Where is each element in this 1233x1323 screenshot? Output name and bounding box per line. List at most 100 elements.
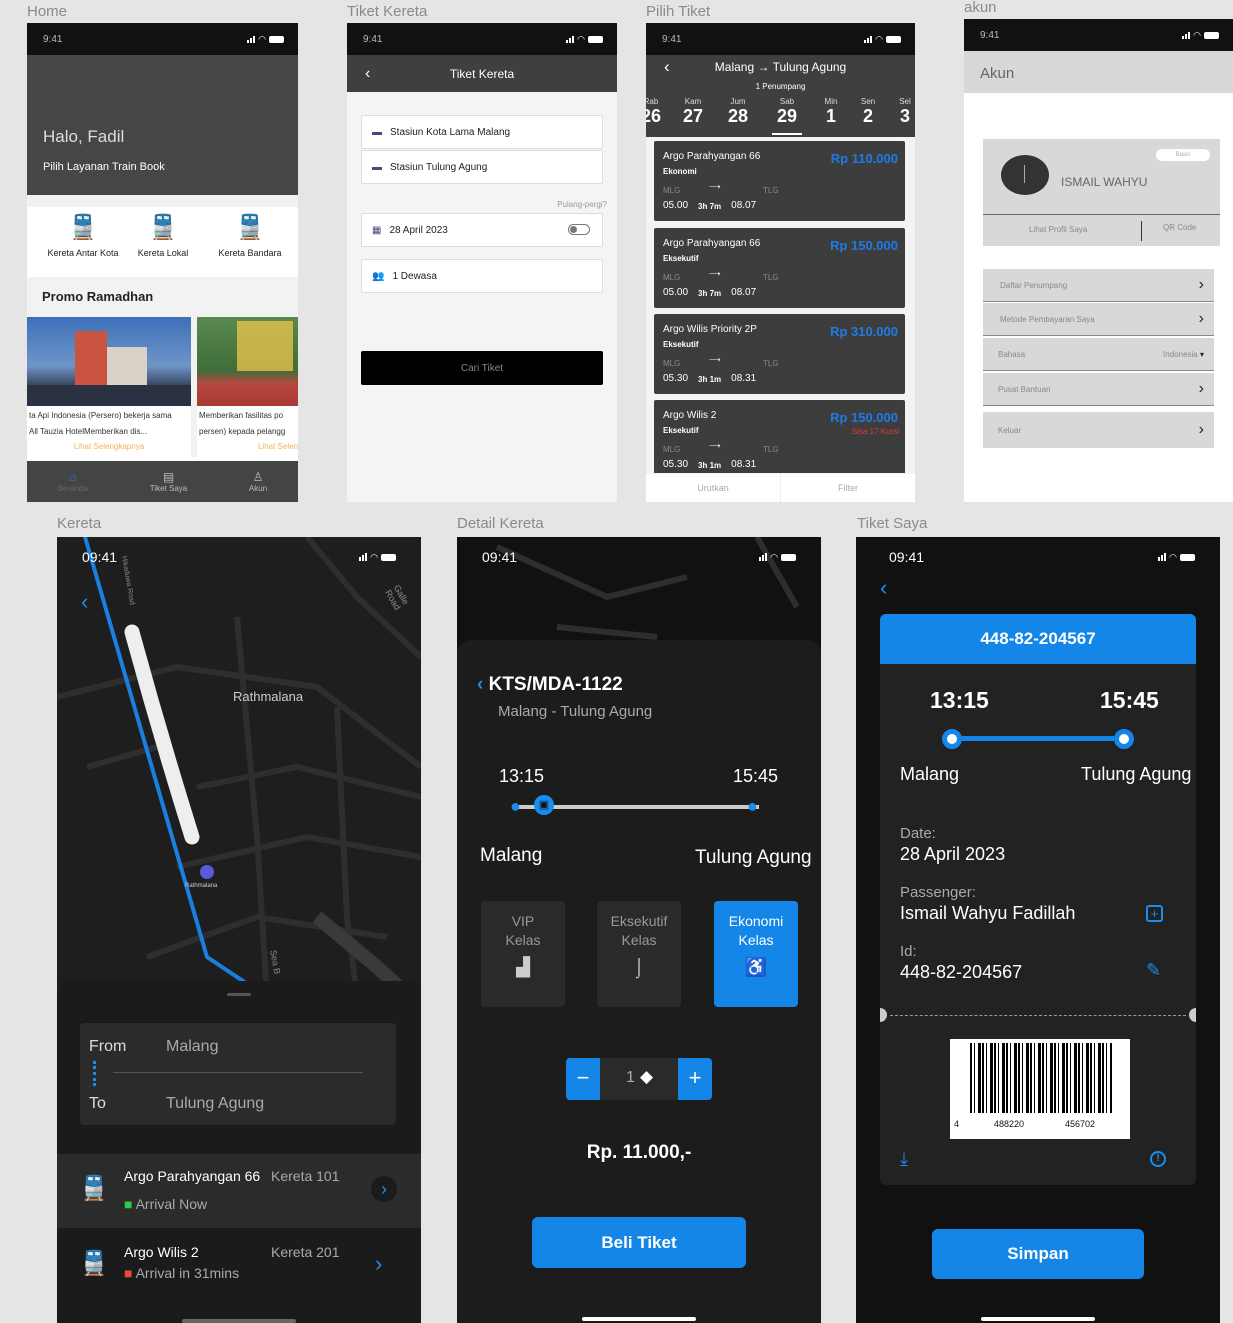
train-icon: 🚆 bbox=[79, 1250, 109, 1277]
origin-dot bbox=[942, 729, 962, 749]
increment-button[interactable]: + bbox=[678, 1058, 712, 1100]
see-more-link[interactable]: Lihat Selen bbox=[197, 442, 298, 451]
passenger-name: Ismail Wahyu Fadillah bbox=[900, 903, 1076, 923]
progress-line bbox=[519, 805, 759, 809]
edit-icon[interactable]: ✎ bbox=[1146, 960, 1161, 981]
date-field[interactable]: ▦ 28 April 2023 bbox=[361, 213, 603, 247]
day-item[interactable]: Sen 2 bbox=[853, 97, 883, 127]
back-icon[interactable]: ‹ bbox=[477, 674, 483, 695]
train-icon: ▬ bbox=[372, 126, 382, 138]
wifi-icon: ◠ bbox=[1193, 29, 1201, 40]
add-passenger-icon[interactable]: + bbox=[1146, 905, 1163, 922]
back-icon[interactable]: ‹ bbox=[365, 65, 370, 83]
download-icon[interactable]: ⤓ bbox=[900, 1149, 908, 1170]
return-toggle[interactable] bbox=[568, 224, 590, 235]
bottom-nav: ⌂ Beranda ▤ Tiket Saya ♙ Akun bbox=[27, 461, 298, 502]
destination: Tulung Agung bbox=[695, 847, 812, 868]
seat-icon: ⌡ bbox=[633, 957, 645, 977]
menu-passengers[interactable]: Daftar Penumpang › bbox=[983, 269, 1214, 302]
from-station-field[interactable]: ▬ Stasiun Kota Lama Malang bbox=[361, 115, 603, 149]
save-button[interactable]: Simpan bbox=[932, 1229, 1144, 1279]
day-item[interactable]: Rab26 bbox=[646, 97, 666, 127]
back-icon[interactable]: ‹ bbox=[81, 589, 88, 615]
menu-logout[interactable]: Keluar › bbox=[983, 412, 1214, 448]
service-antar-kota[interactable]: 🚆 Kereta Antar Kota bbox=[38, 213, 128, 258]
status-dot-icon: ■ bbox=[124, 1265, 133, 1281]
train-row[interactable]: 🚆 Argo Wilis 2 Kereta 201 ■ Arrival in 3… bbox=[57, 1229, 421, 1309]
menu-payment[interactable]: Metode Pembayaran Saya › bbox=[983, 303, 1214, 336]
day-item[interactable]: Sel 3 bbox=[890, 97, 915, 127]
decrement-button[interactable]: − bbox=[566, 1058, 600, 1100]
day-item[interactable]: Jum 28 bbox=[723, 97, 753, 127]
sort-button[interactable]: Urutkan bbox=[646, 474, 781, 502]
header: Akun bbox=[964, 51, 1233, 93]
ticket-card[interactable]: Argo Parahyangan 66 Ekonomi Rp 110.000 MLG… bbox=[654, 141, 905, 221]
seat-person-icon: ♿ bbox=[744, 957, 768, 977]
sort-filter-bar: Urutkan Filter bbox=[646, 474, 915, 502]
day-item-selected[interactable]: Sab 29 bbox=[772, 97, 802, 135]
tiket-kereta-screen: 9:41 ◠ ‹ Tiket Kereta ▬ Stasiun Kota Lama… bbox=[347, 23, 617, 502]
wifi-icon: ◠ bbox=[875, 33, 883, 44]
buy-ticket-button[interactable]: Beli Tiket bbox=[532, 1217, 746, 1268]
nav-home[interactable]: ⌂ Beranda bbox=[58, 470, 88, 493]
status-bar: 9:41 ◠ bbox=[347, 23, 617, 55]
day-item[interactable]: Min 1 bbox=[816, 97, 846, 127]
chevron-right-icon: › bbox=[1198, 276, 1204, 293]
day-item[interactable]: Kam 27 bbox=[678, 97, 708, 127]
barcode: 4 488220 456702 bbox=[950, 1039, 1130, 1139]
chevron-right-icon: › bbox=[1198, 421, 1204, 438]
menu-help[interactable]: Pusat Bantuan › bbox=[983, 373, 1214, 406]
signal-icon bbox=[759, 553, 768, 561]
home-icon: ⌂ bbox=[69, 470, 77, 484]
filter-button[interactable]: Filter bbox=[781, 474, 915, 502]
promo-card-1[interactable]: ta Api Indonesia (Persero) bekerja sama … bbox=[27, 317, 191, 459]
nav-account[interactable]: ♙ Akun bbox=[249, 470, 267, 493]
route-dots bbox=[93, 1061, 96, 1086]
date-strip: Rab26 Kam27 Jum28 Sab29 Min1 Sen2 Sel3 bbox=[646, 97, 915, 137]
qr-code-link[interactable]: QR Code bbox=[1163, 223, 1196, 232]
train-icon: 🚆 bbox=[68, 214, 98, 241]
wifi-icon: ◠ bbox=[577, 33, 585, 44]
passenger-field[interactable]: 👥 1 Dewasa bbox=[361, 259, 603, 293]
passenger-id: 448-82-204567 bbox=[900, 962, 1023, 982]
ticket-card[interactable]: Argo Wilis Priority 2P Eksekutif Rp 310.00… bbox=[654, 314, 905, 394]
chevron-right-icon[interactable]: › bbox=[375, 1251, 382, 1277]
to-field[interactable]: Tulung Agung bbox=[166, 1095, 264, 1113]
search-button[interactable]: Cari Tiket bbox=[361, 351, 603, 385]
station-label: Rathmalana bbox=[185, 883, 218, 889]
seat-icon: ▟ bbox=[516, 957, 530, 977]
location-pin-icon: ● bbox=[747, 796, 758, 816]
service-lokal[interactable]: 🚆 Kereta Lokal bbox=[118, 213, 208, 258]
info-icon[interactable]: ! bbox=[1150, 1151, 1166, 1167]
class-vip[interactable]: VIP Kelas ▟ bbox=[481, 901, 565, 1007]
signal-icon bbox=[1158, 553, 1167, 561]
battery-icon bbox=[1180, 553, 1195, 561]
ticket-card[interactable]: Argo Parahyangan 66 Eksekutif Rp 150.000 M… bbox=[654, 228, 905, 308]
wifi-icon: ◠ bbox=[258, 33, 266, 44]
class-eksekutif[interactable]: Eksekutif Kelas ⌡ bbox=[597, 901, 681, 1007]
origin: Malang bbox=[900, 764, 960, 784]
pilih-tiket-screen: 9:41 ◠ ‹ Malang → Tulung Agung 1 Penumpa… bbox=[646, 23, 915, 502]
view-profile-link[interactable]: Lihat Profil Saya bbox=[1029, 225, 1087, 234]
status-dot-icon: ■ bbox=[124, 1196, 133, 1212]
menu-language[interactable]: Bahasa Indonesia ▾ bbox=[983, 338, 1214, 371]
subtitle: Pilih Layanan Train Book bbox=[43, 161, 165, 173]
origin: Malang bbox=[480, 845, 543, 866]
sheet-handle[interactable] bbox=[227, 993, 251, 996]
to-station-field[interactable]: ▬ Stasiun Tulung Agung bbox=[361, 150, 603, 184]
service-bandara[interactable]: 🚆 Kereta Bandara bbox=[205, 213, 295, 258]
chevron-right-icon: › bbox=[1198, 310, 1204, 327]
avatar bbox=[1001, 155, 1049, 195]
train-row[interactable]: 🚆 Argo Parahyangan 66 Kereta 101 ■ Arriv… bbox=[57, 1154, 421, 1228]
class-ekonomi-selected[interactable]: Ekonomi Kelas ♿ bbox=[714, 901, 798, 1007]
promo-card-2[interactable]: Memberikan fasilitas po persen) kepada p… bbox=[197, 317, 298, 459]
nav-tickets[interactable]: ▤ Tiket Saya bbox=[150, 470, 188, 493]
ticket-card[interactable]: Argo Wilis 2 Eksekutif Rp 150.000 Sisa 17 … bbox=[654, 400, 905, 473]
battery-icon bbox=[588, 35, 603, 43]
back-icon[interactable]: ‹ bbox=[880, 575, 887, 601]
see-more-link[interactable]: Lihat Selengkapnya bbox=[27, 442, 191, 451]
frame-label-pilih: Pilih Tiket bbox=[646, 3, 711, 20]
arrival-time: 15:45 bbox=[1100, 687, 1159, 713]
chevron-right-icon[interactable]: › bbox=[371, 1176, 397, 1202]
from-field[interactable]: Malang bbox=[166, 1038, 218, 1056]
